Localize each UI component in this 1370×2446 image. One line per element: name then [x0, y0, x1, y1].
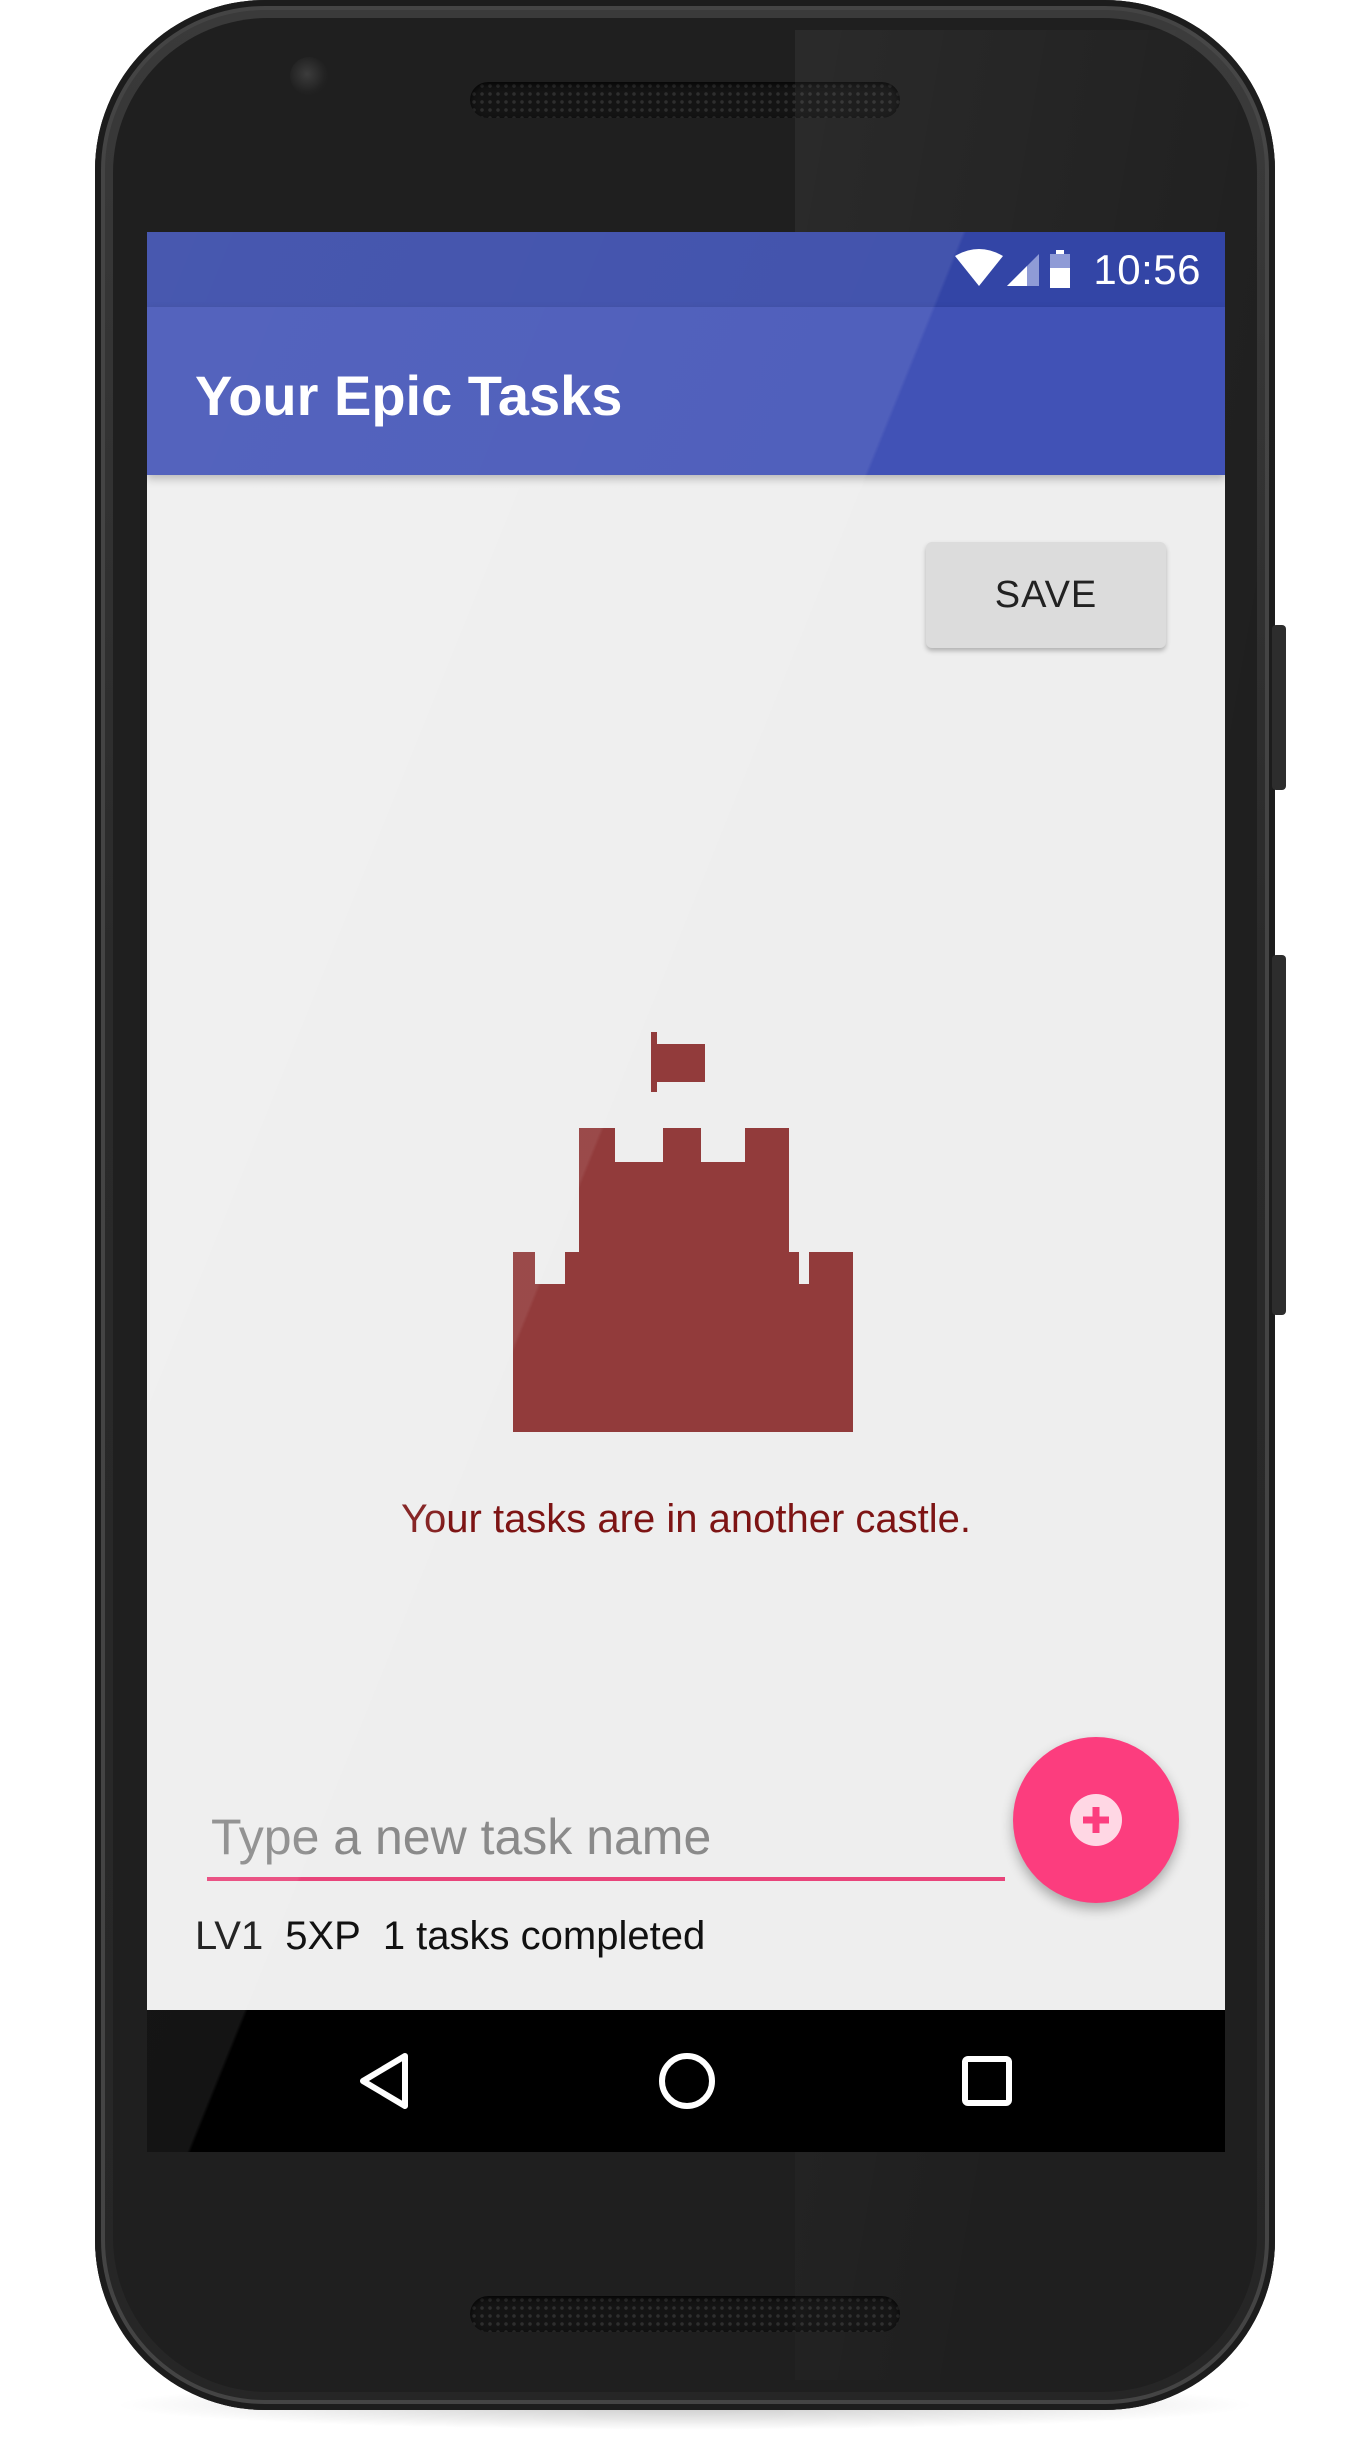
add-circle-icon: [1070, 1794, 1122, 1846]
volume-button: [1272, 955, 1286, 1315]
top-speaker: [470, 82, 900, 118]
completed-count: 1 tasks completed: [382, 1914, 706, 1958]
page-title: Your Epic Tasks: [195, 364, 623, 427]
signal-icon: [1007, 254, 1039, 286]
wifi-icon: [955, 249, 1003, 286]
status-bar: 10:56: [147, 232, 1225, 307]
xp-label: 5XP: [285, 1914, 361, 1958]
front-camera: [290, 57, 328, 95]
status-icons: [955, 249, 1070, 288]
level-label: LV1: [195, 1914, 264, 1958]
task-name-input[interactable]: [207, 1797, 1005, 1881]
add-task-button[interactable]: [1013, 1737, 1179, 1903]
back-icon: [360, 2053, 408, 2109]
back-button[interactable]: [349, 2046, 419, 2116]
player-stats: LV1 5XP 1 tasks completed: [195, 1914, 727, 1959]
device-frame: 10:56 Your Epic Tasks SAVE Your tasks ar…: [0, 0, 1370, 2446]
home-icon: [659, 2053, 715, 2109]
app-screen: 10:56 Your Epic Tasks SAVE Your tasks ar…: [147, 232, 1225, 2152]
recents-icon: [962, 2056, 1012, 2106]
home-button[interactable]: [652, 2046, 722, 2116]
nav-bar: [147, 2010, 1225, 2152]
save-button[interactable]: SAVE: [926, 542, 1166, 648]
status-time: 10:56: [1093, 246, 1201, 293]
battery-icon: [1050, 250, 1070, 288]
app-bar: Your Epic Tasks: [147, 307, 1225, 475]
recents-button[interactable]: [952, 2046, 1022, 2116]
bottom-speaker: [470, 2296, 900, 2332]
power-button: [1272, 625, 1286, 790]
castle-icon: [513, 1032, 853, 1432]
empty-state-message: Your tasks are in another castle.: [401, 1497, 971, 1541]
